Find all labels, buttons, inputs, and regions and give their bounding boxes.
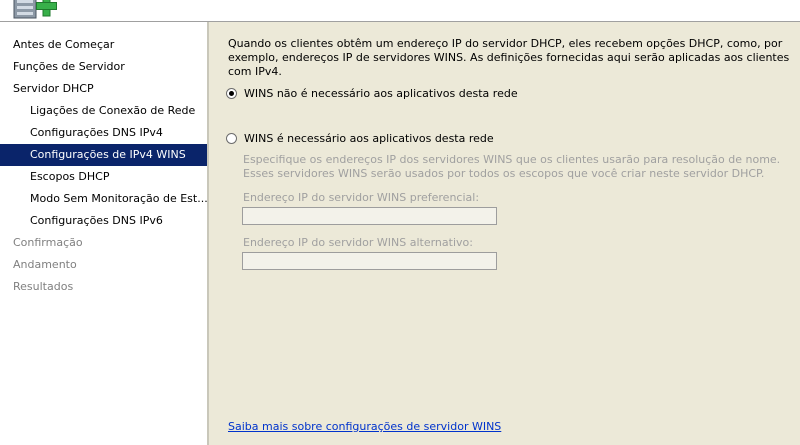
wins-not-required-label[interactable]: WINS não é necessário aos aplicativos de… xyxy=(244,87,518,100)
nav-item-ligacoes-de-conexao[interactable]: Ligações de Conexão de Rede xyxy=(0,100,207,122)
wizard-sidebar: Antes de Começar Funções de Servidor Ser… xyxy=(0,22,208,445)
nav-item-antes-de-comecar[interactable]: Antes de Começar xyxy=(0,34,207,56)
nav-item-modo-sem-monitoracao[interactable]: Modo Sem Monitoração de Est... xyxy=(0,188,207,210)
nav-item-andamento: Andamento xyxy=(13,258,77,271)
wins-settings-panel: Quando os clientes obtêm um endereço IP … xyxy=(209,22,800,445)
nav-item-funcoes-de-servidor[interactable]: Funções de Servidor xyxy=(0,56,207,78)
nav-item-dns-ipv6[interactable]: Configurações DNS IPv6 xyxy=(0,210,207,232)
alternate-wins-ip-field[interactable] xyxy=(242,252,497,270)
wins-description: Especifique os endereços IP dos servidor… xyxy=(243,153,781,180)
preferred-wins-ip-field[interactable] xyxy=(242,207,497,225)
wizard-steps-nav: Antes de Começar Funções de Servidor Ser… xyxy=(0,34,207,298)
alternate-wins-label: Endereço IP do servidor WINS alternativo… xyxy=(243,236,473,249)
nav-item-ipv4-wins[interactable]: Configurações de IPv4 WINS xyxy=(0,144,207,166)
wizard-header xyxy=(0,0,800,22)
wins-required-label[interactable]: WINS é necessário aos aplicativos desta … xyxy=(244,132,494,145)
wins-required-radio[interactable] xyxy=(226,132,237,144)
wins-not-required-option[interactable]: WINS não é necessário aos aplicativos de… xyxy=(226,85,518,101)
wins-help-link[interactable]: Saiba mais sobre configurações de servid… xyxy=(228,420,501,433)
nav-item-confirmacao: Confirmação xyxy=(13,236,83,249)
nav-item-dns-ipv4[interactable]: Configurações DNS IPv4 xyxy=(0,122,207,144)
server-add-icon xyxy=(13,0,57,19)
nav-item-escopos-dhcp[interactable]: Escopos DHCP xyxy=(0,166,207,188)
intro-text: Quando os clientes obtêm um endereço IP … xyxy=(228,37,790,78)
wins-required-option[interactable]: WINS é necessário aos aplicativos desta … xyxy=(226,130,494,146)
nav-item-servidor-dhcp[interactable]: Servidor DHCP xyxy=(0,78,207,100)
nav-item-resultados: Resultados xyxy=(13,280,74,293)
wins-not-required-radio[interactable] xyxy=(226,87,237,99)
preferred-wins-label: Endereço IP do servidor WINS preferencia… xyxy=(243,191,480,204)
